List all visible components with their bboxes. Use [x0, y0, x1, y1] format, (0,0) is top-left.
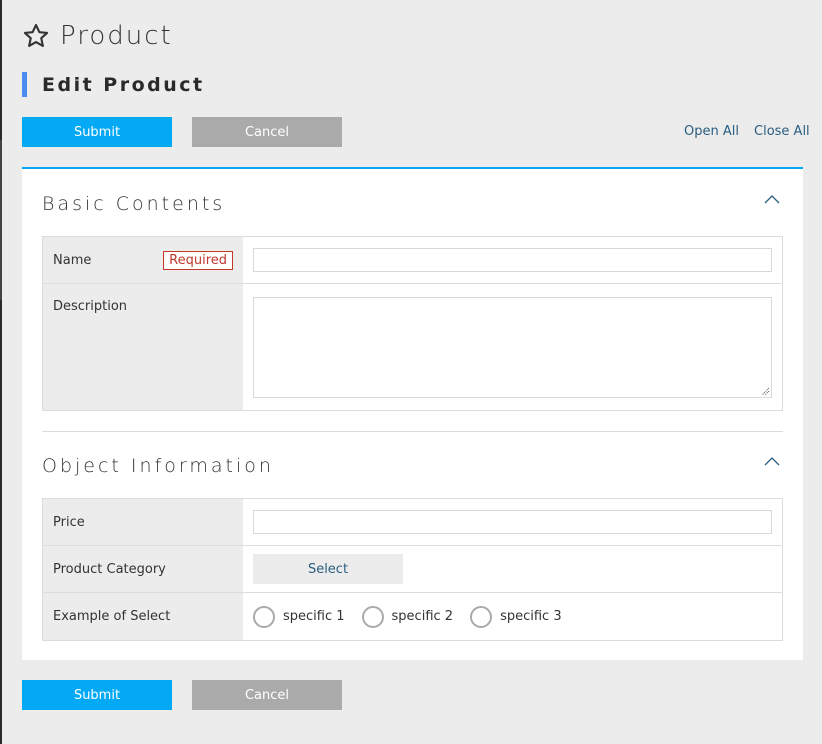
field-label-cell: Description	[43, 284, 243, 410]
cancel-button-bottom[interactable]: Cancel	[192, 680, 342, 710]
cancel-button-top[interactable]: Cancel	[192, 117, 342, 147]
radio-label: specific 3	[500, 609, 562, 624]
radio-option-specific-2[interactable]: specific 2	[361, 605, 454, 628]
field-value-cell	[243, 499, 782, 545]
select-category-button[interactable]: Select	[253, 554, 403, 584]
radio-label: specific 2	[391, 609, 454, 624]
subtitle-text: Edit Product	[42, 73, 205, 96]
page-title-text: Product	[60, 21, 173, 51]
form-row-product-category: Product Category Select	[43, 545, 782, 592]
radio-button[interactable]	[470, 605, 493, 628]
chevron-up-icon[interactable]	[761, 453, 783, 469]
radio-button[interactable]	[361, 605, 384, 628]
window-edge	[0, 0, 2, 744]
radio-button[interactable]	[253, 605, 275, 628]
field-label-cell: Name Required	[43, 237, 243, 283]
radio-option-specific-1[interactable]: specific 1	[253, 605, 345, 628]
form-row-description: Description	[43, 283, 782, 410]
resize-grip-icon[interactable]	[760, 386, 770, 396]
name-input[interactable]	[253, 248, 772, 272]
description-label: Description	[53, 299, 128, 314]
field-value-cell: Select	[243, 546, 782, 592]
section-divider	[42, 431, 783, 432]
submit-button-top[interactable]: Submit	[22, 117, 172, 147]
form-row-name: Name Required	[43, 237, 782, 283]
star-icon	[23, 23, 49, 47]
basic-contents-table: Name Required Description	[42, 236, 783, 411]
price-input[interactable]	[253, 510, 772, 534]
description-textarea[interactable]	[253, 296, 772, 398]
field-value-cell	[243, 284, 782, 410]
section-title-basic-contents: Basic Contents	[42, 193, 226, 215]
product-category-label: Product Category	[53, 561, 166, 577]
name-label: Name	[53, 252, 92, 268]
field-label-cell: Price	[43, 499, 243, 545]
open-all-link[interactable]: Open All	[684, 124, 739, 139]
field-value-cell: specific 1 specific 2 specific 3	[243, 593, 782, 640]
required-badge: Required	[163, 250, 233, 270]
form-row-example-select: Example of Select specific 1 specific 2 …	[43, 592, 782, 640]
price-label: Price	[53, 514, 85, 530]
form-panel: Basic Contents Name Required Description	[22, 167, 803, 660]
field-label-cell: Example of Select	[43, 593, 243, 640]
field-label-cell: Product Category	[43, 546, 243, 592]
object-information-table: Price Product Category Select Example of…	[42, 498, 783, 641]
field-value-cell	[243, 237, 782, 283]
form-row-price: Price	[43, 499, 782, 545]
close-all-link[interactable]: Close All	[754, 124, 810, 139]
chevron-up-icon[interactable]	[761, 191, 783, 207]
section-title-object-information: Object Information	[42, 455, 274, 477]
submit-button-bottom[interactable]: Submit	[22, 680, 172, 710]
example-select-label: Example of Select	[53, 609, 171, 624]
radio-label: specific 1	[283, 609, 345, 624]
radio-option-specific-3[interactable]: specific 3	[470, 605, 562, 628]
page-title: Product	[22, 20, 173, 52]
section-heading: Edit Product	[22, 72, 205, 97]
